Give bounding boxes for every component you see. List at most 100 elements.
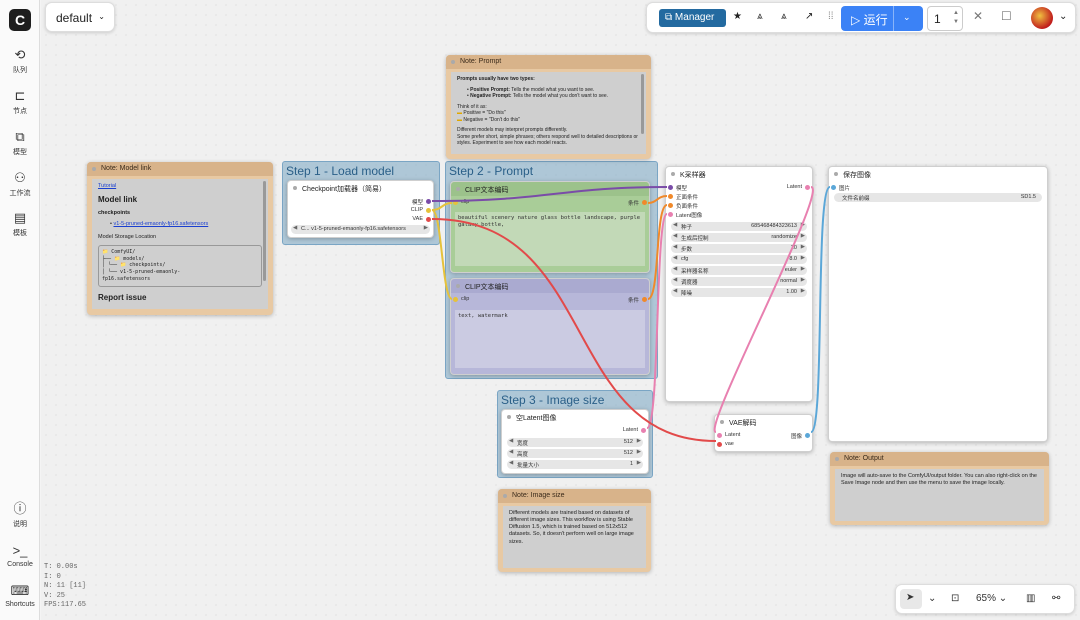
scheduler-widget[interactable]: ◀ 调度器 normal ▶: [671, 277, 807, 286]
sidebar-item-nodes[interactable]: ⊏ 节点: [0, 88, 40, 116]
denoise-widget[interactable]: ◀ 降噪 1.00 ▶: [671, 288, 807, 297]
output-model-label: 模型: [411, 200, 423, 206]
output-latent-socket[interactable]: [641, 428, 646, 433]
folder-tree: 📁 ComfyUI/ ├── 📁 models/ │ └── 📁 checkpo…: [98, 244, 262, 287]
scrollbar[interactable]: [263, 181, 266, 281]
node-vae-decode[interactable]: VAE解码 Latent vae 图像: [714, 414, 813, 452]
drag-handle-icon[interactable]: ⁞⁞: [828, 11, 834, 22]
output-conditioning-label: 条件: [627, 201, 639, 207]
node-title: K采样器: [666, 167, 812, 181]
zoom-level[interactable]: 65% ⌄: [976, 593, 1007, 604]
tutorial-link[interactable]: Tutorial: [98, 183, 262, 190]
input-clip-socket[interactable]: [453, 297, 458, 302]
input-latent-socket[interactable]: [717, 433, 722, 438]
sidebar-item-help[interactable]: ⓘ 说明: [0, 501, 40, 529]
control-after-generate-widget[interactable]: ◀ 生成后控制 randomize ▶: [671, 233, 807, 242]
node-title: 空Latent图像: [502, 410, 648, 424]
note-text: Image will auto-save to the ComfyUI/outp…: [835, 469, 1044, 521]
input-images-label: 图片: [839, 186, 851, 192]
node-clip-positive[interactable]: CLIP文本编码 clip 条件 beautiful scenery natur…: [450, 181, 650, 273]
note-prompt[interactable]: Note: Prompt Prompts usually have two ty…: [446, 55, 651, 159]
help-icon: ⓘ: [13, 501, 27, 516]
sidebar-item-queue[interactable]: ⟲ 队列: [0, 47, 40, 75]
output-vae-socket[interactable]: [426, 217, 431, 222]
queue-count-input[interactable]: 1 ▲ ▼: [927, 6, 963, 31]
input-negative-label: 负面条件: [676, 204, 699, 210]
select-pointer-icon[interactable]: ➤: [900, 589, 922, 609]
stop-icon[interactable]: ☐: [1001, 9, 1012, 23]
input-clip-socket[interactable]: [453, 200, 458, 205]
node-title: Note: Prompt: [446, 55, 651, 69]
input-vae-socket[interactable]: [717, 442, 722, 447]
output-conditioning-socket[interactable]: [642, 297, 647, 302]
sidebar-item-models[interactable]: ⧉ 模型: [0, 129, 40, 157]
output-latent-label: Latent: [622, 427, 638, 433]
link-visibility-icon[interactable]: ⚯: [1052, 593, 1060, 604]
batch-size-widget[interactable]: ◀ 批量大小 1 ▶: [507, 460, 643, 469]
width-widget[interactable]: ◀ 宽度 512 ▶: [507, 438, 643, 447]
sidebar-item-templates[interactable]: ▤ 模板: [0, 210, 40, 238]
output-model-socket[interactable]: [426, 199, 431, 204]
note-subheading: checkpoints: [98, 209, 131, 216]
avatar[interactable]: [1031, 7, 1053, 29]
height-widget[interactable]: ◀ 高度 512 ▶: [507, 449, 643, 458]
model-graph-icon[interactable]: ⩓: [757, 11, 763, 22]
note-image-size[interactable]: Note: Image size Different models are tr…: [498, 489, 651, 572]
top-action-bar: ⧉ Manager ★ ⩓ ⩓ ↗ ⁞⁞ ▷ 运行 ⌄ 1 ▲ ▼ ✕ ☐ ⌄: [646, 2, 1076, 33]
node-save-image[interactable]: 保存图像 图片 文件名前缀 SD1.5: [828, 166, 1048, 442]
sampler-name-widget[interactable]: ◀ 采样器名称 euler ▶: [671, 266, 807, 275]
node-checkpoint-loader[interactable]: Checkpoint加载器（简易） 模型 CLIP VAE ◀ C... v1-5…: [287, 180, 434, 238]
positive-prompt-textarea[interactable]: beautiful scenery nature glass bottle la…: [455, 212, 645, 266]
output-vae-label: VAE: [412, 216, 423, 222]
output-clip-socket[interactable]: [426, 208, 431, 213]
sidebar-item-workflows[interactable]: ⚇ 工作流: [0, 170, 40, 198]
note-model-link[interactable]: Note: Model link Tutorial Model link che…: [87, 162, 273, 315]
input-model-socket[interactable]: [668, 185, 673, 190]
input-positive-socket[interactable]: [668, 194, 673, 199]
note-text: Prompts usually have two types:: [457, 76, 535, 82]
share-icon[interactable]: ↗: [805, 11, 813, 22]
sidebar-item-console[interactable]: >_ Console: [0, 543, 40, 568]
play-icon: ▷: [851, 13, 861, 27]
stepper-icon[interactable]: ▲ ▼: [953, 9, 959, 27]
filename-prefix-widget[interactable]: 文件名前缀 SD1.5: [834, 193, 1042, 202]
sidebar-item-shortcuts[interactable]: ⌨ Shortcuts: [0, 583, 40, 608]
fit-view-icon[interactable]: ⊡: [951, 593, 959, 604]
chevron-down-icon[interactable]: ⌄: [928, 593, 936, 604]
manager-button[interactable]: ⧉ Manager: [659, 9, 726, 27]
output-image-socket[interactable]: [805, 433, 810, 438]
render-stats: T: 0.00s I: 0 N: 11 [11] V: 25 FPS:117.6…: [44, 563, 87, 609]
chevron-down-icon[interactable]: ⌄: [903, 12, 911, 23]
cfg-widget[interactable]: ◀ cfg 8.0 ▶: [671, 255, 807, 264]
seed-widget[interactable]: ◀ 种子 685468484323613 ▶: [671, 222, 807, 231]
comfy-logo[interactable]: C: [9, 9, 31, 31]
chevron-down-icon[interactable]: ⌄: [1059, 11, 1067, 22]
node-empty-latent[interactable]: 空Latent图像 Latent ◀ 宽度 512 ▶ ◀ 高度 512 ▶ ◀ 批量大小 1 ▶: [501, 409, 649, 474]
node-clip-negative[interactable]: CLIP文本编码 clip 条件 text, watermark: [450, 278, 650, 375]
minimap-icon[interactable]: ▥: [1026, 593, 1035, 604]
output-image-label: 图像: [790, 434, 802, 440]
output-conditioning-socket[interactable]: [642, 200, 647, 205]
node-title: Checkpoint加载器（简易）: [288, 181, 433, 195]
history-icon: ⟲: [14, 47, 26, 62]
model-graph-icon[interactable]: ⩓: [781, 11, 787, 22]
run-button[interactable]: ▷ 运行 ⌄: [841, 6, 923, 31]
workflow-selector[interactable]: default ⌄: [45, 2, 115, 32]
star-icon[interactable]: ★: [733, 11, 742, 22]
input-latent-socket[interactable]: [668, 212, 673, 217]
model-download-link[interactable]: v1-5-pruned-emaonly-fp16.safetensors: [113, 221, 208, 227]
node-ksampler[interactable]: K采样器 模型 正面条件 负面条件 Latent图像 Latent ◀ 种子 685…: [665, 166, 813, 402]
output-latent-socket[interactable]: [805, 185, 810, 190]
steps-widget[interactable]: ◀ 步数 20 ▶: [671, 244, 807, 253]
node-title: 保存图像: [829, 167, 1047, 181]
scrollbar[interactable]: [641, 74, 644, 134]
close-icon[interactable]: ✕: [973, 9, 983, 23]
input-negative-socket[interactable]: [668, 203, 673, 208]
note-output[interactable]: Note: Output Image will auto-save to the…: [830, 452, 1049, 525]
note-heading: Model link: [98, 195, 138, 205]
ckpt-name-combo[interactable]: ◀ C... v1-5-pruned-emaonly-fp16.safetenso…: [291, 225, 430, 234]
sidebar: C ⟲ 队列 ⊏ 节点 ⧉ 模型 ⚇ 工作流 ▤ 模板 ⓘ 说明 >_ Cons…: [0, 0, 40, 620]
input-images-socket[interactable]: [831, 185, 836, 190]
negative-prompt-textarea[interactable]: text, watermark: [455, 310, 645, 368]
node-title: CLIP文本编码: [451, 279, 649, 293]
